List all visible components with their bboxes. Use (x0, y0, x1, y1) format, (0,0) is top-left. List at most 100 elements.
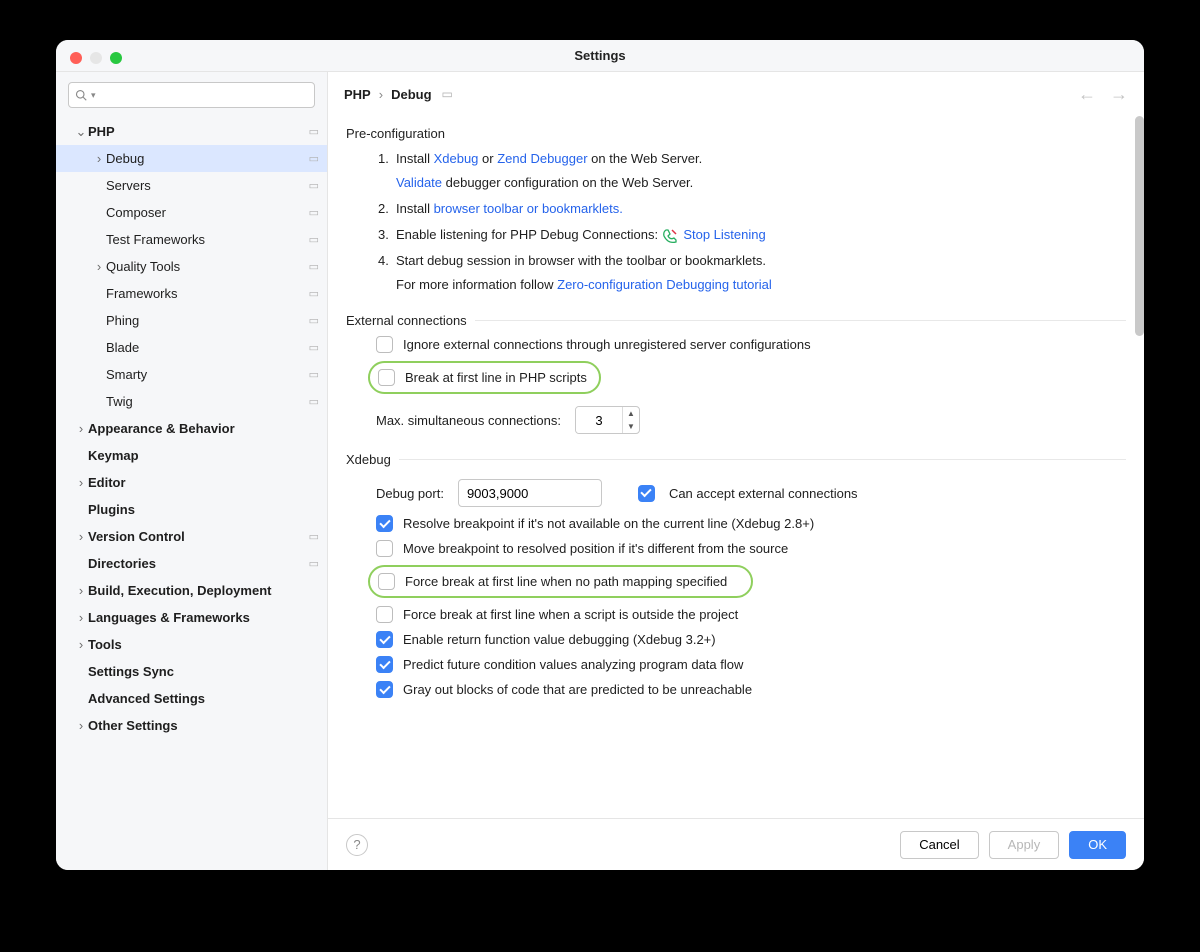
search-input[interactable] (100, 88, 308, 103)
zoom-window-icon[interactable] (110, 52, 122, 64)
sidebar-item-tools[interactable]: ›Tools (56, 631, 327, 658)
step-install-browser: Install browser toolbar or bookmarklets. (396, 199, 1126, 219)
sidebar-item-plugins[interactable]: Plugins (56, 496, 327, 523)
traffic-lights (70, 52, 122, 64)
breadcrumb-leaf: Debug (391, 87, 431, 102)
sidebar-item-quality-tools[interactable]: ›Quality Tools▭ (56, 253, 327, 280)
link-stop-listening[interactable]: Stop Listening (683, 227, 765, 242)
sidebar-item-label: Directories (88, 556, 309, 571)
label-max-connections: Max. simultaneous connections: (376, 413, 561, 428)
link-zero-config-tutorial[interactable]: Zero-configuration Debugging tutorial (557, 277, 772, 292)
checkbox-gray-out-unreachable[interactable] (376, 681, 393, 698)
chevron-right-icon: › (74, 637, 88, 652)
checkbox-ignore-external[interactable] (376, 336, 393, 353)
sidebar-item-label: Debug (106, 151, 309, 166)
help-button[interactable]: ? (346, 834, 368, 856)
sidebar-item-php[interactable]: ⌄PHP▭ (56, 118, 327, 145)
minimize-window-icon[interactable] (90, 52, 102, 64)
sidebar-item-label: Blade (106, 340, 309, 355)
sidebar-item-phing[interactable]: Phing▭ (56, 307, 327, 334)
highlight-break-first-line: Break at first line in PHP scripts (368, 361, 601, 394)
chevron-right-icon: › (74, 475, 88, 490)
chevron-down-icon: ⌄ (74, 124, 88, 140)
chevron-right-icon: › (92, 151, 106, 166)
scrollbar[interactable] (1135, 116, 1144, 336)
project-scope-icon: ▭ (309, 233, 319, 246)
sidebar-item-label: PHP (88, 124, 309, 139)
link-zend-debugger[interactable]: Zend Debugger (497, 151, 587, 166)
sidebar-item-servers[interactable]: Servers▭ (56, 172, 327, 199)
sidebar-item-label: Editor (88, 475, 319, 490)
input-max-connections[interactable] (576, 407, 622, 433)
sidebar-item-build-execution-deployment[interactable]: ›Build, Execution, Deployment (56, 577, 327, 604)
sidebar-item-advanced-settings[interactable]: Advanced Settings (56, 685, 327, 712)
sidebar-item-label: Keymap (88, 448, 319, 463)
sidebar-item-label: Twig (106, 394, 309, 409)
link-validate[interactable]: Validate (396, 175, 442, 190)
project-scope-icon: ▭ (309, 368, 319, 381)
label-predict-condition: Predict future condition values analyzin… (403, 657, 743, 672)
input-debug-port[interactable] (458, 479, 602, 507)
chevron-right-icon: › (92, 259, 106, 274)
search-icon (75, 89, 87, 101)
checkbox-force-break-no-mapping[interactable] (378, 573, 395, 590)
breadcrumb-root[interactable]: PHP (344, 87, 371, 102)
label-ignore-external: Ignore external connections through unre… (403, 337, 811, 352)
close-window-icon[interactable] (70, 52, 82, 64)
sidebar-item-label: Settings Sync (88, 664, 319, 679)
search-input-wrap[interactable]: ▾ (68, 82, 315, 108)
dialog-footer: ? Cancel Apply OK (328, 818, 1144, 870)
settings-window: Settings ▾ ⌄PHP▭›Debug▭Servers▭Composer▭… (56, 40, 1144, 870)
sidebar-item-label: Tools (88, 637, 319, 652)
sidebar-item-other-settings[interactable]: ›Other Settings (56, 712, 327, 739)
checkbox-predict-condition[interactable] (376, 656, 393, 673)
sidebar-item-label: Other Settings (88, 718, 319, 733)
apply-button[interactable]: Apply (989, 831, 1060, 859)
checkbox-break-first-line[interactable] (378, 369, 395, 386)
checkbox-enable-return-value[interactable] (376, 631, 393, 648)
spinner-up-icon[interactable]: ▲ (623, 407, 639, 420)
project-scope-icon: ▭ (309, 206, 319, 219)
checkbox-resolve-breakpoint[interactable] (376, 515, 393, 532)
link-browser-toolbar[interactable]: browser toolbar or bookmarklets. (434, 201, 623, 216)
project-scope-icon: ▭ (309, 530, 319, 543)
sidebar-item-frameworks[interactable]: Frameworks▭ (56, 280, 327, 307)
checkbox-move-breakpoint[interactable] (376, 540, 393, 557)
sidebar-item-twig[interactable]: Twig▭ (56, 388, 327, 415)
sidebar-item-label: Frameworks (106, 286, 309, 301)
sidebar-item-composer[interactable]: Composer▭ (56, 199, 327, 226)
sidebar-item-test-frameworks[interactable]: Test Frameworks▭ (56, 226, 327, 253)
sidebar-item-debug[interactable]: ›Debug▭ (56, 145, 327, 172)
sidebar-item-appearance-behavior[interactable]: ›Appearance & Behavior (56, 415, 327, 442)
sidebar-item-smarty[interactable]: Smarty▭ (56, 361, 327, 388)
spinner-down-icon[interactable]: ▼ (623, 420, 639, 433)
nav-back-icon[interactable]: ← (1078, 84, 1096, 105)
checkbox-accept-external[interactable] (638, 485, 655, 502)
spinner-max-connections[interactable]: ▲▼ (575, 406, 640, 434)
sidebar-item-directories[interactable]: Directories▭ (56, 550, 327, 577)
checkbox-force-break-outside[interactable] (376, 606, 393, 623)
ok-button[interactable]: OK (1069, 831, 1126, 859)
sidebar-item-blade[interactable]: Blade▭ (56, 334, 327, 361)
sidebar-item-version-control[interactable]: ›Version Control▭ (56, 523, 327, 550)
chevron-right-icon: › (74, 718, 88, 733)
chevron-right-icon: › (74, 421, 88, 436)
sidebar-item-keymap[interactable]: Keymap (56, 442, 327, 469)
sidebar-item-editor[interactable]: ›Editor (56, 469, 327, 496)
phone-listen-icon (662, 228, 678, 244)
sidebar-item-label: Appearance & Behavior (88, 421, 319, 436)
project-scope-icon: ▭ (309, 557, 319, 570)
link-xdebug[interactable]: Xdebug (434, 151, 479, 166)
project-scope-icon: ▭ (309, 125, 319, 138)
sidebar-item-label: Version Control (88, 529, 309, 544)
chevron-right-icon: › (379, 87, 383, 102)
project-scope-icon: ▭ (309, 395, 319, 408)
sidebar-item-settings-sync[interactable]: Settings Sync (56, 658, 327, 685)
sidebar-item-languages-frameworks[interactable]: ›Languages & Frameworks (56, 604, 327, 631)
sidebar-item-label: Phing (106, 313, 309, 328)
sidebar-item-label: Build, Execution, Deployment (88, 583, 319, 598)
sidebar-item-label: Composer (106, 205, 309, 220)
cancel-button[interactable]: Cancel (900, 831, 978, 859)
nav-forward-icon[interactable]: → (1110, 84, 1128, 105)
project-scope-icon: ▭ (309, 341, 319, 354)
